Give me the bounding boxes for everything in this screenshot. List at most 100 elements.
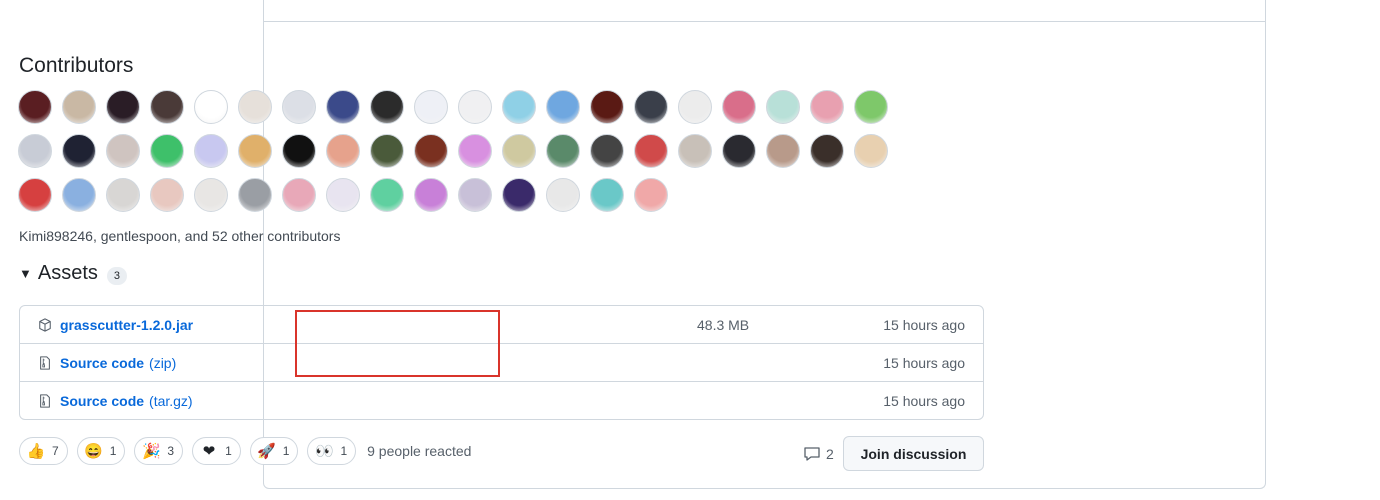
divider [264,21,1265,22]
assets-count-badge: 3 [106,266,128,285]
reaction-count: 1 [282,444,290,458]
asset-link-source-zip[interactable]: Source code (zip) [60,355,176,371]
asset-date: 15 hours ago [883,354,965,371]
contributor-avatar[interactable] [62,134,96,168]
asset-date: 15 hours ago [883,316,965,333]
contributor-avatar[interactable] [854,134,888,168]
contributor-avatar[interactable] [502,134,536,168]
contributor-avatar[interactable] [590,134,624,168]
reaction-count: 1 [340,444,348,458]
contributor-avatar[interactable] [282,90,316,124]
contributor-avatar[interactable] [62,90,96,124]
contributor-avatar[interactable] [326,90,360,124]
contributor-avatar[interactable] [414,134,448,168]
package-icon [39,318,51,332]
assets-toggle[interactable]: ▼ Assets 3 [19,262,128,285]
contributor-avatar[interactable] [634,90,668,124]
contributor-avatar[interactable] [502,178,536,212]
contributor-avatar[interactable] [194,134,228,168]
asset-link-source-targz[interactable]: Source code (tar.gz) [60,393,193,409]
comment-count[interactable]: 2 [803,446,834,462]
contributor-avatar[interactable] [810,90,844,124]
rocket-icon: 🚀 [257,443,277,460]
reaction-count: 3 [167,444,175,458]
contributor-avatar[interactable] [238,134,272,168]
contributor-avatar[interactable] [150,178,184,212]
asset-suffix: (zip) [149,354,177,371]
asset-row: grasscutter-1.2.0.jar 48.3 MB 15 hours a… [20,306,983,343]
contributor-avatar[interactable] [282,178,316,212]
asset-name: Source code [60,354,145,371]
reaction-button[interactable]: ❤ 1 [192,437,241,465]
contributor-avatar[interactable] [546,178,580,212]
reactions-bar: 👍 7 😄 1 🎉 3 ❤ 1 🚀 1 👀 1 9 people reacted [19,437,471,465]
file-zip-icon [40,394,50,408]
reaction-button[interactable]: 😄 1 [76,437,126,465]
laugh-icon: 😄 [84,443,104,460]
contributor-avatar[interactable] [282,134,316,168]
contributor-avatar[interactable] [326,178,360,212]
contributors-heading: Contributors [19,54,134,77]
contributor-avatar[interactable] [370,90,404,124]
contributor-avatar[interactable] [238,178,272,212]
contributor-avatar[interactable] [62,178,96,212]
contributor-avatar[interactable] [18,134,52,168]
contributor-avatar[interactable] [854,90,888,124]
contributor-avatar[interactable] [458,178,492,212]
assets-heading: Assets [37,262,98,284]
comment-icon [804,447,820,461]
asset-name: grasscutter-1.2.0.jar [60,316,194,333]
contributor-avatar[interactable] [590,90,624,124]
contributor-avatar[interactable] [546,90,580,124]
contributor-avatar[interactable] [590,178,624,212]
reaction-button[interactable]: 👍 7 [19,437,68,465]
thumbs-up-icon: 👍 [26,443,46,460]
asset-date: 15 hours ago [883,392,965,409]
asset-row: Source code (tar.gz) 15 hours ago [20,381,983,419]
hooray-icon: 🎉 [142,443,161,460]
contributor-avatar[interactable] [150,134,184,168]
contributor-avatar[interactable] [150,90,184,124]
contributor-avatar[interactable] [810,134,844,168]
contributor-avatar[interactable] [106,178,140,212]
contributor-avatar[interactable] [722,134,756,168]
contributor-avatar[interactable] [634,178,668,212]
contributor-avatar[interactable] [634,134,668,168]
contributor-avatar[interactable] [766,134,800,168]
contributor-avatar[interactable] [722,90,756,124]
contributor-avatar[interactable] [502,90,536,124]
contributors-summary[interactable]: Kimi898246, gentlespoon, and 52 other co… [19,228,340,244]
contributor-avatar[interactable] [678,134,712,168]
reaction-button[interactable]: 🎉 3 [134,437,184,465]
reaction-count: 7 [52,444,59,458]
contributor-avatar[interactable] [106,90,140,124]
contributor-avatar[interactable] [414,90,448,124]
assets-list: grasscutter-1.2.0.jar 48.3 MB 15 hours a… [19,305,984,420]
asset-suffix: (tar.gz) [149,392,193,409]
contributor-avatar[interactable] [106,134,140,168]
contributor-avatar[interactable] [458,90,492,124]
contributor-avatar[interactable] [678,90,712,124]
contributor-avatar[interactable] [458,134,492,168]
contributor-avatar[interactable] [194,178,228,212]
asset-size: 48.3 MB [697,316,750,333]
heart-icon: ❤ [202,443,216,460]
contributor-avatar[interactable] [766,90,800,124]
contributor-avatar[interactable] [18,90,52,124]
contributor-avatar[interactable] [18,178,52,212]
contributor-avatar[interactable] [370,134,404,168]
contributor-avatar[interactable] [194,90,228,124]
reaction-button[interactable]: 🚀 1 [249,437,299,465]
contributors-avatar-list [18,90,938,222]
reaction-count: 1 [225,444,232,458]
join-discussion-button[interactable]: Join discussion [843,436,984,471]
contributor-avatar[interactable] [546,134,580,168]
contributor-avatar[interactable] [370,178,404,212]
asset-link-jar[interactable]: grasscutter-1.2.0.jar [60,317,193,333]
contributor-avatar[interactable] [414,178,448,212]
reactions-summary: 9 people reacted [367,443,472,459]
contributor-avatar[interactable] [238,90,272,124]
file-zip-icon [40,356,50,370]
contributor-avatar[interactable] [326,134,360,168]
reaction-button[interactable]: 👀 1 [307,437,357,465]
